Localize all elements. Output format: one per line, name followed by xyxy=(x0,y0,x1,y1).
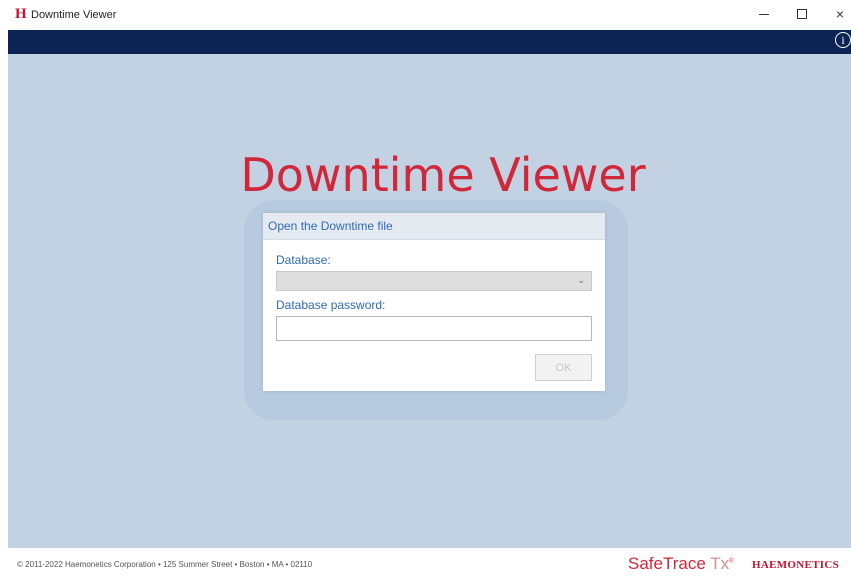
brand-name: SafeTrace xyxy=(628,554,706,573)
minimize-button[interactable] xyxy=(751,3,777,25)
info-icon[interactable]: i xyxy=(835,32,851,48)
app-logo-icon: H xyxy=(15,6,27,22)
title-bar: H Downtime Viewer × xyxy=(0,0,851,30)
brand-suffix: Tx xyxy=(710,554,730,573)
close-icon: × xyxy=(835,6,845,22)
safetrace-logo: SafeTrace Tx® xyxy=(628,554,734,574)
minimize-icon xyxy=(759,13,769,15)
copyright-text: © 2011-2022 Haemonetics Corporation • 12… xyxy=(17,560,313,569)
database-select[interactable]: ⌄ xyxy=(276,271,592,291)
password-label: Database password: xyxy=(276,298,386,312)
footer: © 2011-2022 Haemonetics Corporation • 12… xyxy=(8,548,851,578)
ok-button[interactable]: OK xyxy=(535,354,592,381)
window-title: Downtime Viewer xyxy=(31,9,117,21)
maximize-button[interactable] xyxy=(789,3,815,25)
chevron-down-icon: ⌄ xyxy=(577,275,585,285)
main-area: Downtime Viewer Open the Downtime file D… xyxy=(8,54,851,548)
dialog-header: Open the Downtime file xyxy=(263,213,605,240)
close-button[interactable]: × xyxy=(827,3,851,25)
haemonetics-logo: HAEMONETICS xyxy=(752,559,840,571)
header-bar: i xyxy=(8,30,851,54)
maximize-icon xyxy=(797,9,807,19)
database-label: Database: xyxy=(276,253,331,267)
open-file-dialog: Open the Downtime file Database: ⌄ Datab… xyxy=(263,213,605,391)
password-input[interactable] xyxy=(276,316,592,341)
dialog-title: Open the Downtime file xyxy=(268,219,393,233)
page-title: Downtime Viewer xyxy=(240,148,646,202)
brand-mark: ® xyxy=(729,558,734,565)
